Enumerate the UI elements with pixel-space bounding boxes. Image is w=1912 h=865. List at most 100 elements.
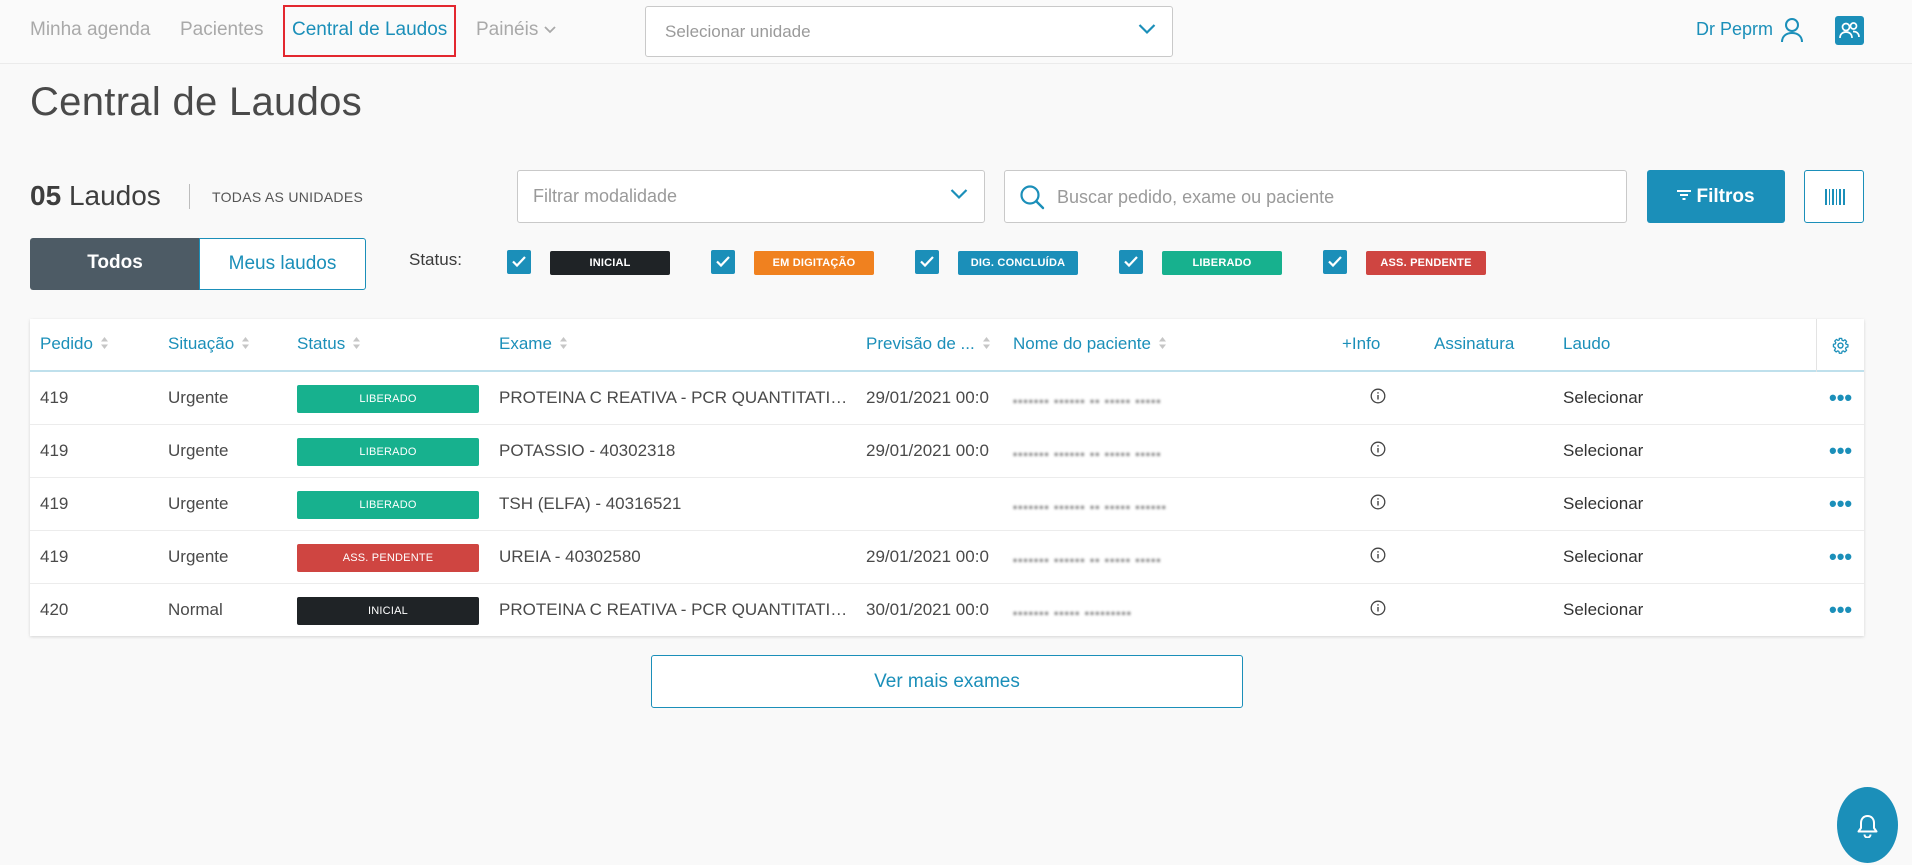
sort-icon	[242, 337, 250, 350]
profile-switch-button[interactable]	[1835, 16, 1864, 45]
check-icon	[512, 256, 526, 268]
toggle-meus-laudos[interactable]: Meus laudos	[199, 238, 366, 290]
users-icon	[1839, 22, 1860, 39]
check-icon	[716, 256, 730, 268]
cell-previsao: 30/01/2021 00:0	[866, 600, 989, 619]
cell-paciente-redacted: ▪▪▪▪▪▪▪ ▪▪▪▪▪▪ ▪▪ ▪▪▪▪▪ ▪▪▪▪▪	[1013, 553, 1162, 563]
cell-exame: PROTEINA C REATIVA - PCR QUANTITATIV...	[499, 600, 849, 619]
status-checkbox-inicial[interactable]	[507, 250, 531, 274]
status-badge-dig-concluida: DIG. CONCLUÍDA	[958, 251, 1078, 275]
column-header-label: Status	[297, 334, 346, 353]
selecionar-link[interactable]: Selecionar	[1563, 494, 1643, 514]
laudos-count-label: Laudos	[68, 180, 161, 211]
column-header-situacao[interactable]: Situação	[168, 334, 250, 354]
status-badge-ass-pendente: ASS. PENDENTE	[1366, 251, 1486, 275]
bell-icon	[1857, 815, 1878, 838]
table-row[interactable]: 419 Urgente LIBERADO POTASSIO - 40302318…	[30, 425, 1864, 478]
cell-previsao: 29/01/2021 00:0	[866, 547, 989, 566]
column-header-info: +Info	[1342, 334, 1381, 353]
selecionar-link[interactable]: Selecionar	[1563, 441, 1643, 461]
filtros-button-label: Filtros	[1696, 186, 1755, 207]
check-icon	[1124, 256, 1138, 268]
chevron-down-icon	[1138, 24, 1156, 35]
cell-pedido: 419	[40, 441, 69, 460]
status-badge: INICIAL	[297, 597, 479, 625]
more-options-icon[interactable]: •••	[1829, 544, 1852, 570]
column-header-pedido[interactable]: Pedido	[40, 334, 108, 354]
filter-icon	[1677, 190, 1692, 201]
info-icon[interactable]	[1370, 441, 1386, 457]
column-header-previsao[interactable]: Previsão de ...	[866, 334, 990, 354]
filtros-button[interactable]: Filtros	[1647, 170, 1785, 223]
status-checkbox-em-digitacao[interactable]	[711, 250, 735, 274]
check-icon	[920, 256, 934, 268]
user-name[interactable]: Dr Peprm	[1696, 19, 1773, 40]
status-badge-liberado: LIBERADO	[1162, 251, 1282, 275]
more-options-icon[interactable]: •••	[1829, 597, 1852, 623]
cell-paciente-redacted: ▪▪▪▪▪▪▪ ▪▪▪▪▪▪ ▪▪ ▪▪▪▪▪ ▪▪▪▪▪▪	[1013, 500, 1167, 510]
chevron-down-icon	[544, 26, 556, 34]
selecionar-link[interactable]: Selecionar	[1563, 388, 1643, 408]
barcode-button[interactable]	[1804, 170, 1864, 223]
cell-pedido: 419	[40, 547, 69, 566]
column-header-paciente[interactable]: Nome do paciente	[1013, 334, 1166, 354]
column-header-label: Exame	[499, 334, 552, 353]
modalidade-placeholder: Filtrar modalidade	[533, 186, 678, 206]
status-badge-inicial: INICIAL	[550, 251, 670, 275]
cell-previsao: 29/01/2021 00:0	[866, 388, 989, 407]
status-checkbox-ass-pendente[interactable]	[1323, 250, 1347, 274]
cell-previsao: 29/01/2021 00:0	[866, 441, 989, 460]
search-input[interactable]	[1057, 183, 1597, 211]
cell-situacao: Urgente	[168, 547, 229, 566]
cell-exame: UREIA - 40302580	[499, 547, 641, 566]
table-row[interactable]: 419 Urgente ASS. PENDENTE UREIA - 403025…	[30, 531, 1864, 584]
nav-paineis[interactable]: Painéis	[476, 19, 556, 41]
cell-exame: TSH (ELFA) - 40316521	[499, 494, 682, 513]
nav-paineis-label: Painéis	[476, 19, 539, 40]
toggle-todos[interactable]: Todos	[30, 238, 200, 290]
table-settings-button[interactable]	[1816, 319, 1864, 372]
table-row[interactable]: 419 Urgente LIBERADO PROTEINA C REATIVA …	[30, 372, 1864, 425]
more-options-icon[interactable]: •••	[1829, 491, 1852, 517]
check-icon	[1328, 256, 1342, 268]
status-checkbox-liberado[interactable]	[1119, 250, 1143, 274]
sort-icon	[982, 337, 990, 350]
status-checkbox-dig-concluida[interactable]	[915, 250, 939, 274]
sort-icon	[353, 337, 361, 350]
cell-paciente-redacted: ▪▪▪▪▪▪▪ ▪▪▪▪▪ ▪▪▪▪▪▪▪▪▪	[1013, 606, 1132, 616]
cell-exame: POTASSIO - 40302318	[499, 441, 676, 460]
chevron-down-icon	[950, 189, 968, 200]
sort-icon	[1158, 337, 1166, 350]
ver-mais-exames-button[interactable]: Ver mais exames	[651, 655, 1243, 708]
table-row[interactable]: 420 Normal INICIAL PROTEINA C REATIVA - …	[30, 584, 1864, 637]
unit-select-placeholder: Selecionar unidade	[665, 22, 811, 41]
column-header-assinatura: Assinatura	[1434, 334, 1515, 353]
notifications-button[interactable]	[1837, 787, 1898, 863]
search-icon	[1020, 185, 1045, 210]
more-options-icon[interactable]: •••	[1829, 385, 1852, 411]
more-options-icon[interactable]: •••	[1829, 438, 1852, 464]
cell-paciente-redacted: ▪▪▪▪▪▪▪ ▪▪▪▪▪▪ ▪▪ ▪▪▪▪▪ ▪▪▪▪▪	[1013, 394, 1162, 404]
info-icon[interactable]	[1370, 494, 1386, 510]
info-icon[interactable]	[1370, 388, 1386, 404]
info-icon[interactable]	[1370, 600, 1386, 616]
modalidade-select[interactable]: Filtrar modalidade	[517, 170, 985, 223]
column-header-label: Previsão de ...	[866, 334, 975, 353]
table-row[interactable]: 419 Urgente LIBERADO TSH (ELFA) - 403165…	[30, 478, 1864, 531]
selecionar-link[interactable]: Selecionar	[1563, 547, 1643, 567]
user-icon[interactable]	[1780, 17, 1804, 43]
info-icon[interactable]	[1370, 547, 1386, 563]
unit-select[interactable]: Selecionar unidade	[645, 6, 1173, 57]
nav-pacientes[interactable]: Pacientes	[180, 19, 263, 41]
sort-icon	[559, 337, 567, 350]
sort-icon	[100, 337, 108, 350]
cell-situacao: Urgente	[168, 388, 229, 407]
cell-situacao: Urgente	[168, 441, 229, 460]
nav-minha-agenda[interactable]: Minha agenda	[30, 19, 150, 41]
column-header-exame[interactable]: Exame	[499, 334, 567, 354]
column-header-status[interactable]: Status	[297, 334, 361, 354]
nav-central-de-laudos[interactable]: Central de Laudos	[292, 19, 447, 41]
top-navbar: Minha agenda Pacientes Central de Laudos…	[0, 0, 1912, 64]
selecionar-link[interactable]: Selecionar	[1563, 600, 1643, 620]
cell-exame: PROTEINA C REATIVA - PCR QUANTITATIV...	[499, 388, 849, 407]
